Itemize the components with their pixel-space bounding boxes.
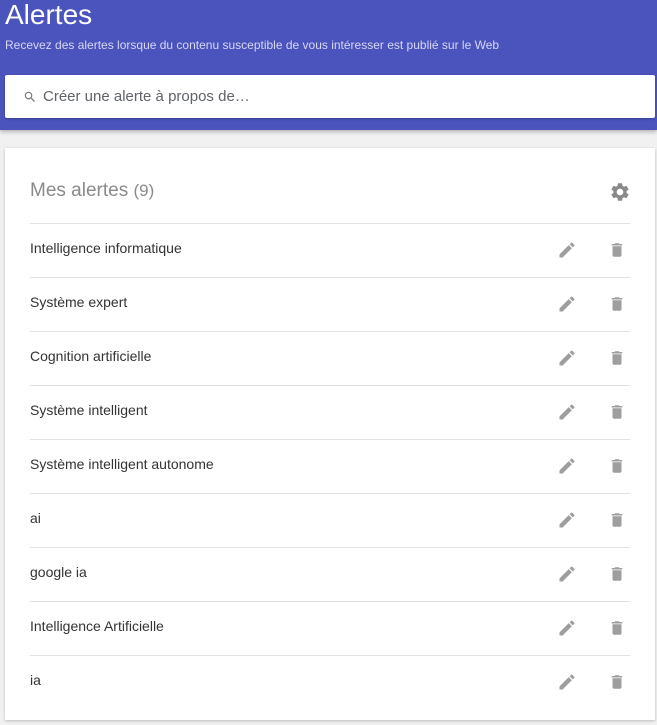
trash-icon[interactable]	[608, 348, 626, 368]
alert-row[interactable]: Cognition artificielle	[30, 331, 630, 385]
trash-icon[interactable]	[608, 240, 626, 260]
search-icon	[24, 91, 35, 102]
alert-label[interactable]: Cognition artificielle	[30, 348, 151, 364]
page-title: Alertes	[5, 0, 93, 30]
trash-icon[interactable]	[608, 672, 626, 692]
pencil-icon[interactable]	[557, 672, 577, 692]
alert-row[interactable]: Système expert	[30, 277, 630, 331]
trash-icon[interactable]	[608, 294, 626, 314]
alerts-title: Mes alertes	[30, 180, 129, 201]
trash-icon[interactable]	[608, 564, 626, 584]
gear-icon[interactable]	[609, 181, 631, 203]
alert-label[interactable]: Système expert	[30, 294, 127, 310]
alert-row[interactable]: Intelligence informatique	[30, 223, 630, 277]
alert-row[interactable]: Système intelligent autonome	[30, 439, 630, 493]
search-box[interactable]	[5, 75, 655, 118]
alert-label[interactable]: ia	[30, 672, 41, 688]
alerts-list: Intelligence informatique Système expert…	[30, 223, 630, 709]
trash-icon[interactable]	[608, 510, 626, 530]
trash-icon[interactable]	[608, 618, 626, 638]
alert-row[interactable]: Intelligence Artificielle	[30, 601, 630, 655]
alerts-count: (9)	[133, 181, 155, 200]
pencil-icon[interactable]	[557, 510, 577, 530]
page-subtitle: Recevez des alertes lorsque du contenu s…	[5, 38, 500, 52]
pencil-icon[interactable]	[557, 456, 577, 476]
pencil-icon[interactable]	[557, 240, 577, 260]
header-bar: Alertes Recevez des alertes lorsque du c…	[0, 0, 657, 130]
alert-row[interactable]: google ia	[30, 547, 630, 601]
pencil-icon[interactable]	[557, 564, 577, 584]
trash-icon[interactable]	[608, 456, 626, 476]
search-input[interactable]	[43, 75, 643, 118]
alert-label[interactable]: Système intelligent	[30, 402, 148, 418]
trash-icon[interactable]	[608, 402, 626, 422]
alert-row[interactable]: ia	[30, 655, 630, 709]
alert-label[interactable]: Système intelligent autonome	[30, 456, 214, 472]
pencil-icon[interactable]	[557, 294, 577, 314]
alert-row[interactable]: ai	[30, 493, 630, 547]
alerts-card: Mes alertes (9) Intelligence informatiqu…	[5, 148, 655, 720]
alert-label[interactable]: google ia	[30, 564, 87, 580]
alert-row[interactable]: Système intelligent	[30, 385, 630, 439]
alerts-heading: Mes alertes (9)	[30, 179, 154, 203]
alert-label[interactable]: ai	[30, 510, 41, 526]
pencil-icon[interactable]	[557, 348, 577, 368]
alert-label[interactable]: Intelligence informatique	[30, 240, 182, 256]
pencil-icon[interactable]	[557, 402, 577, 422]
alert-label[interactable]: Intelligence Artificielle	[30, 618, 164, 634]
pencil-icon[interactable]	[557, 618, 577, 638]
